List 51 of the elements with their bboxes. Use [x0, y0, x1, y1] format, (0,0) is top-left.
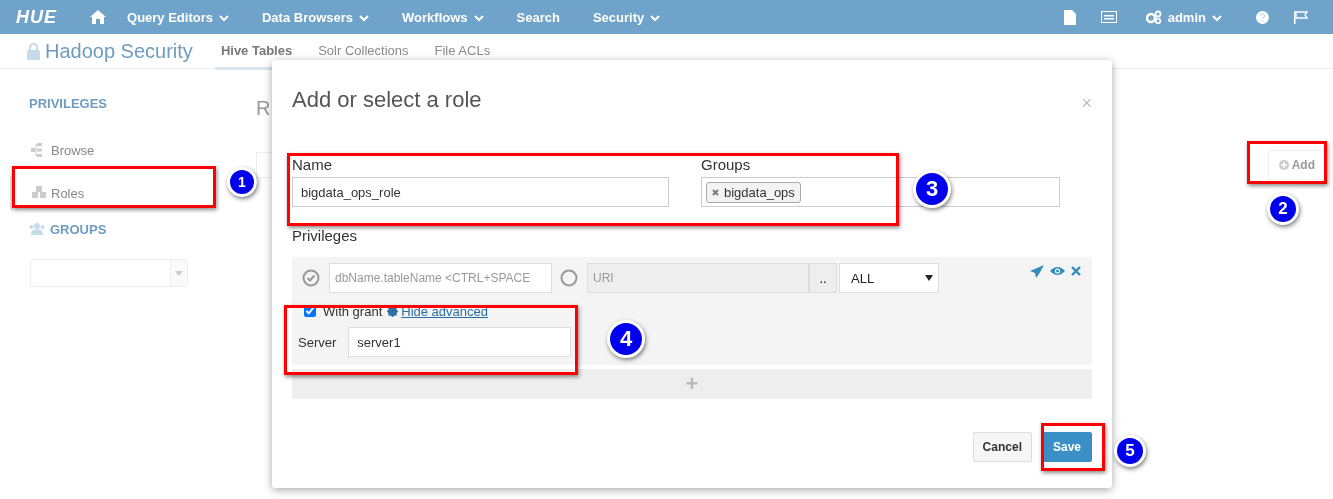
step-number: 1: [227, 167, 257, 197]
group-tag[interactable]: bigdata_ops: [706, 181, 801, 203]
home-icon[interactable]: [89, 9, 107, 25]
server-field[interactable]: server1: [348, 327, 572, 357]
nav-menu-item[interactable]: Search: [516, 9, 560, 25]
table-field[interactable]: dbName.tableName <CTRL+SPACE: [329, 263, 552, 293]
browse-button[interactable]: ..: [809, 263, 837, 293]
section-heading: GROUPS: [50, 221, 107, 237]
caret-down-icon: [175, 270, 183, 276]
cancel-button[interactable]: Cancel: [972, 432, 1032, 462]
section-title: R: [256, 97, 271, 121]
logo[interactable]: HUE: [16, 6, 57, 28]
dialog-title: Add or select a role: [292, 87, 482, 113]
action-dropdown[interactable]: ALL: [839, 263, 939, 293]
section-label: Privileges: [292, 227, 359, 246]
section-heading: PRIVILEGES: [29, 95, 108, 111]
send-icon[interactable]: [1030, 264, 1044, 278]
eye-icon[interactable]: [1050, 266, 1065, 276]
dropdown-field[interactable]: [30, 259, 188, 287]
close-button[interactable]: ×: [1081, 93, 1092, 114]
check-circle-icon[interactable]: [302, 269, 320, 287]
help-icon[interactable]: [1256, 10, 1269, 24]
field-label: Server: [298, 334, 337, 350]
user-menu[interactable]: admin: [1145, 9, 1222, 25]
cubes-icon: [31, 186, 47, 200]
remove-icon: [712, 188, 719, 196]
field-label: Groups: [701, 156, 752, 175]
step-number: 5: [1114, 435, 1146, 467]
nav-menu-item[interactable]: Data Browsers: [262, 9, 370, 25]
add-button[interactable]: Add: [1267, 150, 1326, 180]
close-icon[interactable]: [1071, 266, 1081, 276]
name-field[interactable]: bigdata_ops_role: [292, 177, 669, 207]
sidebar-item[interactable]: Roles: [10, 176, 226, 210]
card-icon[interactable]: [1100, 11, 1117, 23]
document-icon[interactable]: [1063, 9, 1076, 25]
plus-circle-icon: [1278, 160, 1289, 170]
nav-menu-item[interactable]: Workflows: [402, 9, 484, 25]
gears-icon: [1145, 10, 1162, 24]
step-number: 2: [1267, 193, 1299, 225]
sidebar-item[interactable]: Browse: [10, 133, 226, 167]
lock-icon: [27, 42, 40, 60]
caret-down-icon: [925, 275, 933, 281]
field-label: Name: [292, 156, 333, 175]
page-title: Hadoop Security: [45, 39, 193, 63]
nav-menu-item[interactable]: Query Editors: [127, 9, 229, 25]
chevron-down-icon: [1212, 13, 1222, 22]
radio-button[interactable]: [560, 269, 578, 287]
users-icon: [29, 223, 45, 235]
highlight-frame: [1041, 423, 1105, 471]
nav-menu-item[interactable]: Security: [592, 9, 661, 25]
flag-icon[interactable]: [1294, 10, 1308, 24]
